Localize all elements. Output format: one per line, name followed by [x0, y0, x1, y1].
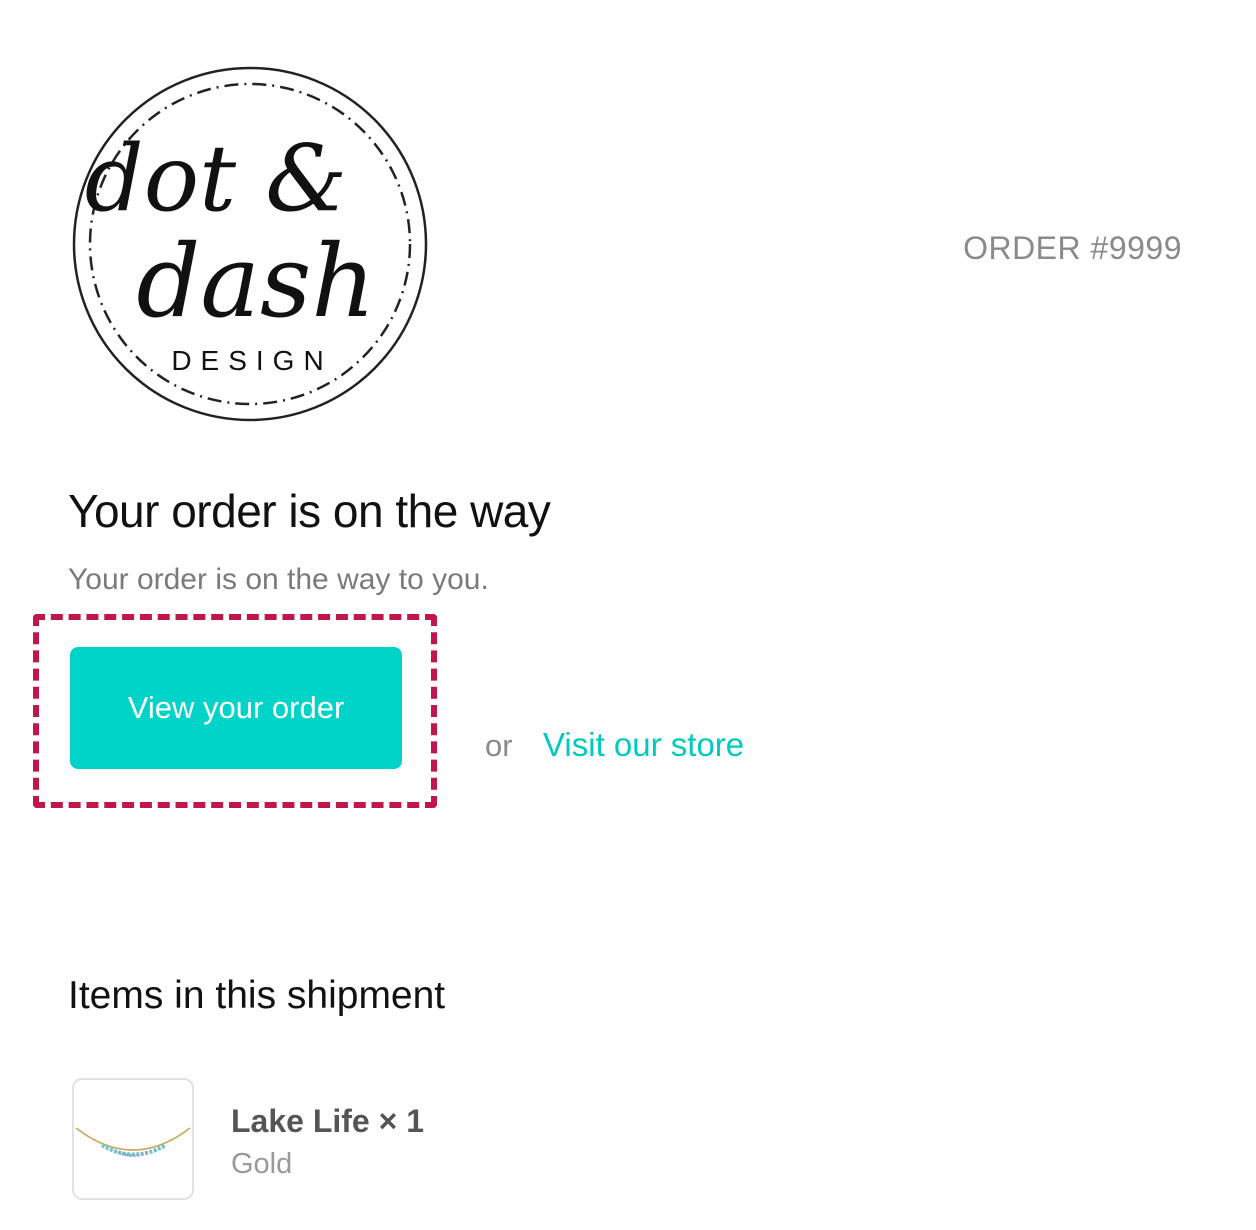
page-subtitle: Your order is on the way to you.	[68, 563, 489, 596]
or-separator: or	[485, 728, 513, 763]
page-title: Your order is on the way	[68, 485, 551, 537]
visit-store-link[interactable]: Visit our store	[543, 726, 744, 764]
item-name: Lake Life × 1	[231, 1103, 424, 1139]
logo-line-2: dash	[136, 223, 375, 340]
shipment-section-title: Items in this shipment	[68, 974, 446, 1017]
brand-logo: dot & dash DESIGN	[72, 66, 428, 422]
item-thumbnail[interactable]	[72, 1078, 194, 1200]
item-variant: Gold	[231, 1148, 293, 1180]
view-order-button[interactable]: View your order	[70, 647, 402, 769]
necklace-icon	[75, 1127, 191, 1157]
logo-line-3: DESIGN	[171, 345, 332, 376]
logo-line-1: dot &	[85, 125, 347, 232]
order-number: ORDER #9999	[963, 230, 1182, 266]
